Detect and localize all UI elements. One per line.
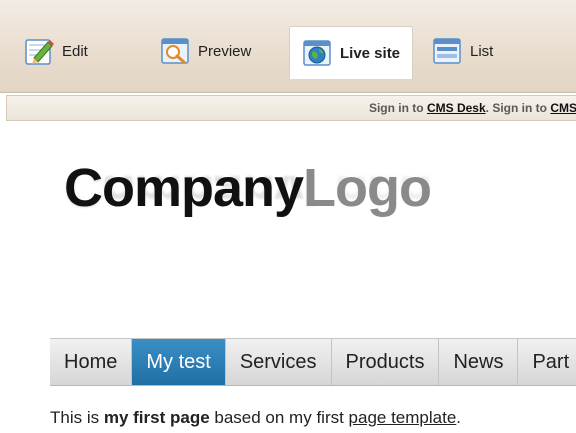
content-text-3: . (456, 408, 462, 427)
live-site-mode-button[interactable]: Live site (289, 26, 414, 79)
list-mode-button[interactable]: List (432, 28, 493, 74)
mode-toolbar: Edit Preview Live site List (0, 0, 576, 93)
list-icon (432, 36, 462, 66)
menu-item-products[interactable]: Products (332, 339, 440, 385)
menu-item-services[interactable]: Services (226, 339, 332, 385)
preview-mode-label: Preview (198, 42, 252, 60)
menu-item-my-test[interactable]: My test (132, 339, 226, 385)
main-menu: Home My test Services Products News Part (50, 338, 576, 386)
logo-reflection: CompanyLogo (64, 176, 431, 216)
page-content: This is my first page based on my first … (50, 408, 461, 428)
edit-mode-label: Edit (62, 42, 88, 60)
preview-magnifier-icon (160, 36, 190, 66)
menu-item-partners[interactable]: Part (518, 339, 576, 385)
cms-site-manager-link[interactable]: CMS (550, 101, 576, 115)
sign-in-text-2: . Sign in to (485, 101, 551, 115)
edit-pencil-icon (24, 36, 54, 66)
content-text-1: This is (50, 408, 104, 427)
content-bold-text: my first page (103, 408, 210, 427)
menu-item-news[interactable]: News (439, 339, 519, 385)
sign-in-text-1: Sign in to (368, 101, 427, 115)
menu-item-home[interactable]: Home (50, 339, 133, 385)
cms-desk-link[interactable]: CMS Desk (427, 101, 486, 115)
content-text-2: based on my first (209, 408, 349, 427)
list-mode-label: List (470, 42, 494, 60)
page-template-link[interactable]: page template (349, 408, 457, 427)
preview-mode-button[interactable]: Preview (160, 28, 251, 74)
edit-mode-button[interactable]: Edit (24, 28, 88, 74)
globe-icon (302, 38, 332, 68)
live-site-mode-label: Live site (340, 44, 401, 62)
sign-in-bar: Sign in to CMS Desk. Sign in to CMS (6, 95, 576, 121)
